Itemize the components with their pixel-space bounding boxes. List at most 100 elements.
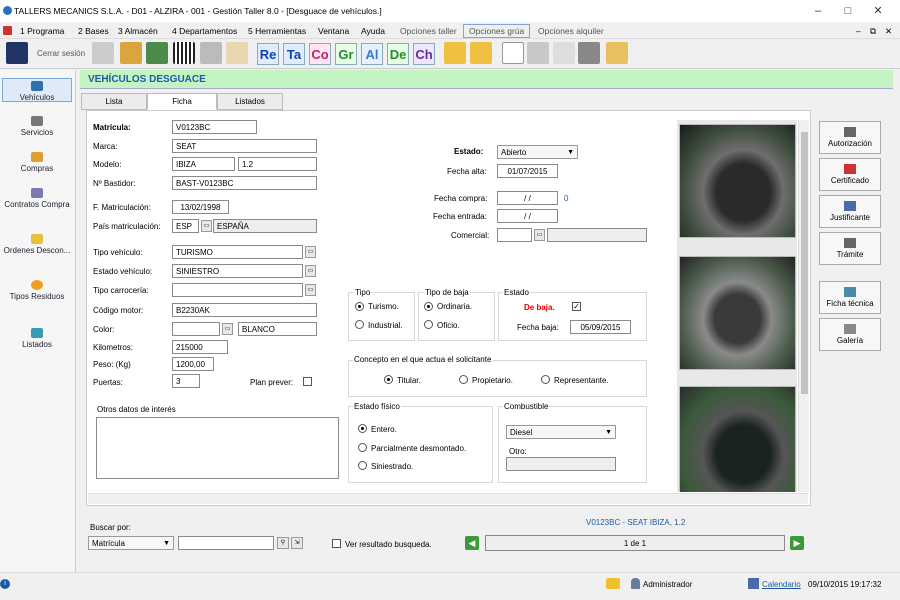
tipo-vehiculo-input[interactable]: TURISMO bbox=[172, 245, 303, 259]
co-button[interactable]: Co bbox=[309, 43, 331, 65]
vehicle-photo[interactable] bbox=[679, 256, 796, 370]
ficha-tecnica-button[interactable]: Ficha técnica bbox=[819, 281, 881, 314]
pais-lookup-button[interactable]: ▭ bbox=[201, 220, 212, 232]
version-input[interactable]: 1.2 bbox=[238, 157, 317, 171]
bastidor-input[interactable]: BAST-V0123BC bbox=[172, 176, 317, 190]
fecha-baja-input[interactable]: 05/09/2015 bbox=[570, 320, 631, 334]
fmatriculacion-input[interactable]: 13/02/1998 bbox=[172, 200, 229, 214]
tab-ficha[interactable]: Ficha bbox=[147, 93, 217, 110]
tab-listados[interactable]: Listados bbox=[217, 93, 283, 110]
otros-datos-textarea[interactable] bbox=[96, 417, 339, 479]
fecha-compra-input[interactable]: / / bbox=[497, 191, 558, 205]
minimize-button[interactable]: – bbox=[810, 4, 826, 18]
color-input[interactable]: BLANCO bbox=[238, 322, 317, 336]
calendar-link[interactable]: Calendario bbox=[762, 580, 801, 589]
representante-radio[interactable] bbox=[541, 375, 550, 384]
buscar-por-select[interactable]: Matrícula ▼ bbox=[88, 536, 174, 550]
maximize-button[interactable]: □ bbox=[840, 4, 856, 18]
delete-icon[interactable] bbox=[553, 42, 575, 64]
propietario-radio[interactable] bbox=[459, 375, 468, 384]
search-options-icon[interactable]: ⇲ bbox=[291, 537, 303, 549]
modelo-input[interactable]: IBIZA bbox=[172, 157, 235, 171]
al-button[interactable]: Al bbox=[361, 43, 383, 65]
new-document-icon[interactable] bbox=[502, 42, 524, 64]
color-lookup[interactable]: ▭ bbox=[222, 323, 233, 335]
menu-bases[interactable]: 2 Bases bbox=[78, 26, 109, 36]
panel-horizontal-scrollbar[interactable] bbox=[88, 493, 808, 504]
photo-scrollbar[interactable] bbox=[798, 120, 809, 492]
menu-opciones-grua[interactable]: Opciones grúa bbox=[463, 24, 531, 38]
eraser-icon[interactable] bbox=[606, 42, 628, 64]
de-button[interactable]: De bbox=[387, 43, 409, 65]
pais-code-input[interactable]: ESP bbox=[172, 219, 199, 233]
menu-departamentos[interactable]: 4 Departamentos bbox=[172, 26, 237, 36]
gr-button[interactable]: Gr bbox=[335, 43, 357, 65]
car-icon[interactable] bbox=[146, 42, 168, 64]
autorizacion-button[interactable]: Autorización bbox=[819, 121, 881, 154]
ver-resultado-checkbox[interactable] bbox=[332, 539, 341, 548]
calendar-icon[interactable] bbox=[748, 578, 759, 589]
search-input[interactable] bbox=[178, 536, 274, 550]
menu-ayuda[interactable]: Ayuda bbox=[361, 26, 385, 36]
de-baja-checkbox[interactable]: ✓ bbox=[572, 302, 581, 311]
oficio-radio[interactable] bbox=[424, 320, 433, 329]
exit-icon[interactable] bbox=[6, 42, 28, 64]
re-button[interactable]: Re bbox=[257, 43, 279, 65]
next-record-icon[interactable]: ▶ bbox=[790, 536, 804, 550]
estado-vehiculo-input[interactable]: SINIESTRO bbox=[172, 264, 303, 278]
marca-input[interactable]: SEAT bbox=[172, 139, 317, 153]
mdi-close-icon[interactable]: ✕ bbox=[885, 26, 892, 37]
otro-input[interactable] bbox=[506, 457, 616, 471]
fecha-entrada-input[interactable]: / / bbox=[497, 209, 558, 223]
turismo-radio[interactable] bbox=[355, 302, 364, 311]
tipo-vehiculo-lookup[interactable]: ▭ bbox=[305, 246, 316, 258]
sidebar-item-residuos[interactable]: Tipos Residuos bbox=[2, 280, 72, 302]
sidebar-item-compras[interactable]: Compras bbox=[2, 152, 72, 173]
menu-ventana[interactable]: Ventana bbox=[318, 26, 349, 36]
vehicle-photo[interactable] bbox=[679, 386, 796, 492]
entero-radio[interactable] bbox=[358, 424, 367, 433]
menu-opciones-taller[interactable]: Opciones taller bbox=[400, 26, 457, 36]
folder-g-icon[interactable] bbox=[470, 42, 492, 64]
motor-input[interactable]: B2230AK bbox=[172, 303, 317, 317]
previous-record-icon[interactable]: ◀ bbox=[465, 536, 479, 550]
comercial-code-input[interactable] bbox=[497, 228, 532, 242]
sidebar-item-ordenes[interactable]: Ordenes Descon... bbox=[2, 234, 72, 256]
menu-herramientas[interactable]: 5 Herramientas bbox=[248, 26, 306, 36]
sidebar-item-vehiculos[interactable]: Vehículos bbox=[2, 78, 72, 102]
certificado-button[interactable]: Certificado bbox=[819, 158, 881, 191]
carroceria-input[interactable] bbox=[172, 283, 303, 297]
folder-c-icon[interactable] bbox=[444, 42, 466, 64]
carroceria-lookup[interactable]: ▭ bbox=[305, 284, 316, 296]
peso-input[interactable]: 1200,00 bbox=[172, 357, 214, 371]
clipboard-icon[interactable] bbox=[226, 42, 248, 64]
close-button[interactable]: ✕ bbox=[870, 4, 886, 18]
estado-vehiculo-lookup[interactable]: ▭ bbox=[305, 265, 316, 277]
tools-icon[interactable] bbox=[200, 42, 222, 64]
print-icon[interactable] bbox=[578, 42, 600, 64]
sidebar-item-servicios[interactable]: Servicios bbox=[2, 116, 72, 137]
cerrar-sesion-button[interactable]: Cerrar sesión bbox=[37, 49, 85, 58]
sidebar-item-listados[interactable]: Listados bbox=[2, 328, 72, 349]
comercial-lookup[interactable]: ▭ bbox=[534, 229, 545, 241]
justificante-button[interactable]: Justificante bbox=[819, 195, 881, 228]
menu-almacen[interactable]: 3 Almacén bbox=[118, 26, 158, 36]
fecha-alta-input[interactable]: 01/07/2015 bbox=[497, 164, 558, 178]
menu-programa[interactable]: 1 Programa bbox=[20, 26, 64, 36]
matricula-input[interactable]: V0123BC bbox=[172, 120, 257, 134]
save-icon[interactable] bbox=[527, 42, 549, 64]
parcial-radio[interactable] bbox=[358, 443, 367, 452]
barcode-icon[interactable] bbox=[173, 42, 195, 64]
search-icon[interactable]: ⚲ bbox=[277, 537, 289, 549]
ordinaria-radio[interactable] bbox=[424, 302, 433, 311]
keys-icon[interactable] bbox=[92, 42, 114, 64]
mdi-restore-icon[interactable]: ⧉ bbox=[870, 26, 876, 37]
puertas-input[interactable]: 3 bbox=[172, 374, 200, 388]
galeria-button[interactable]: Galería bbox=[819, 318, 881, 351]
siniestrado-radio[interactable] bbox=[358, 461, 367, 470]
chat-icon[interactable] bbox=[606, 578, 620, 589]
scrollbar-thumb[interactable] bbox=[801, 132, 808, 394]
tab-lista[interactable]: Lista bbox=[81, 93, 147, 110]
combustible-select[interactable]: Diesel ▼ bbox=[506, 425, 616, 439]
km-input[interactable]: 215000 bbox=[172, 340, 228, 354]
